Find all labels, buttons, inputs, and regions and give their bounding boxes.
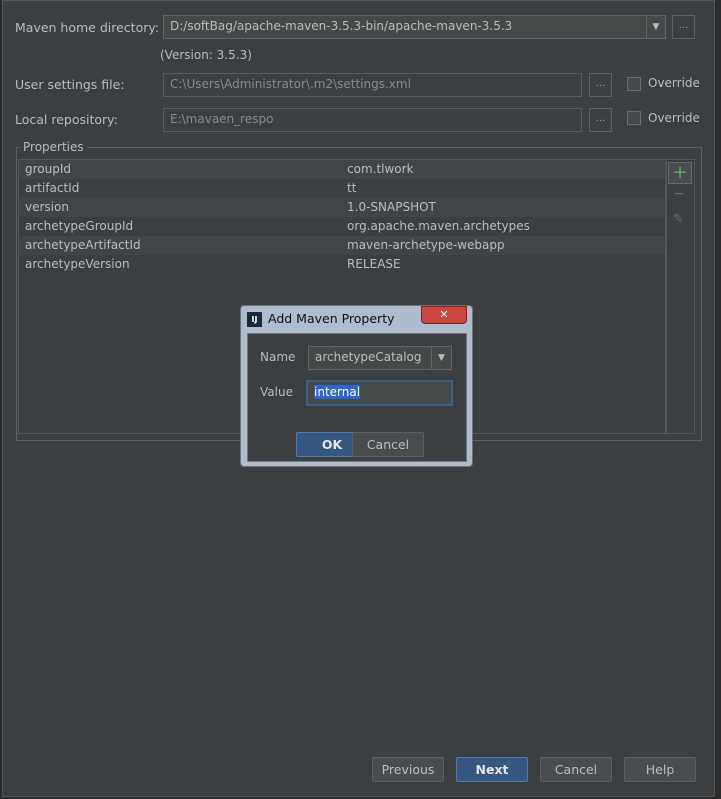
help-button[interactable]: Help [624,757,696,782]
name-value: archetypeCatalog [315,350,422,364]
dialog-cancel-button[interactable]: Cancel [352,432,424,457]
maven-home-combo[interactable]: D:/softBag/apache-maven-3.5.3-bin/apache… [163,15,666,39]
maven-version: (Version: 3.5.3) [160,48,252,62]
value-input[interactable]: internal [306,380,453,406]
user-settings-override-checkbox[interactable] [627,77,641,91]
table-row[interactable]: archetypeGroupId org.apache.maven.archety… [19,217,665,236]
table-row[interactable]: version 1.0-SNAPSHOT [19,198,665,217]
maven-home-value: D:/softBag/apache-maven-3.5.3-bin/apache… [170,19,513,33]
name-label: Name [260,350,296,364]
local-repo-override-label: Override [648,111,700,125]
user-settings-label: User settings file: [15,77,125,92]
property-name: archetypeVersion [25,257,130,271]
dialog-title: Add Maven Property [268,311,395,326]
next-button[interactable]: Next [456,757,528,782]
property-value: tt [347,181,357,195]
property-name: archetypeGroupId [25,219,134,233]
property-value: org.apache.maven.archetypes [347,219,530,233]
table-row[interactable]: archetypeArtifactId maven-archetype-webap… [19,236,665,255]
cancel-button[interactable]: Cancel [540,757,612,782]
property-value: com.tlwork [347,162,414,176]
property-name: groupId [25,162,72,176]
property-value: maven-archetype-webapp [347,238,505,252]
chevron-down-icon[interactable]: ▼ [431,347,451,369]
table-row[interactable]: archetypeVersion RELEASE [19,255,665,274]
intellij-logo-icon: IJ [247,312,262,327]
add-icon[interactable]: + [668,162,692,184]
name-combo[interactable]: archetypeCatalog ▼ [308,346,452,370]
local-repo-label: Local repository: [15,112,118,127]
close-button[interactable]: ✕ [421,306,467,324]
property-name: version [25,200,69,214]
edit-icon[interactable]: ✎ [673,212,684,227]
chevron-down-icon[interactable]: ▼ [646,16,665,38]
local-repo-override-checkbox[interactable] [627,111,641,125]
user-settings-browse-button[interactable]: ... [589,73,612,97]
remove-icon[interactable]: − [673,186,685,202]
table-row[interactable]: groupId com.tlwork [19,160,665,179]
maven-home-label: Maven home directory: [15,20,160,35]
property-name: archetypeArtifactId [25,238,141,252]
properties-toolbar: + − ✎ [666,159,695,434]
maven-home-browse-button[interactable]: ... [672,15,695,39]
property-value: RELEASE [347,257,401,271]
table-row[interactable]: artifactId tt [19,179,665,198]
value-text: internal [314,385,361,399]
local-repo-field[interactable]: E:\mavaen_respo [163,108,582,132]
previous-button[interactable]: Previous [372,757,444,782]
value-label: Value [260,385,293,399]
user-settings-field[interactable]: C:\Users\Administrator\.m2\settings.xml [163,73,582,97]
user-settings-override-label: Override [648,76,700,90]
add-property-dialog: IJ Add Maven Property ✕ Name archetypeCa… [240,305,473,467]
property-name: artifactId [25,181,80,195]
properties-title: Properties [20,140,87,154]
local-repo-browse-button[interactable]: ... [589,108,612,132]
property-value: 1.0-SNAPSHOT [347,200,436,214]
